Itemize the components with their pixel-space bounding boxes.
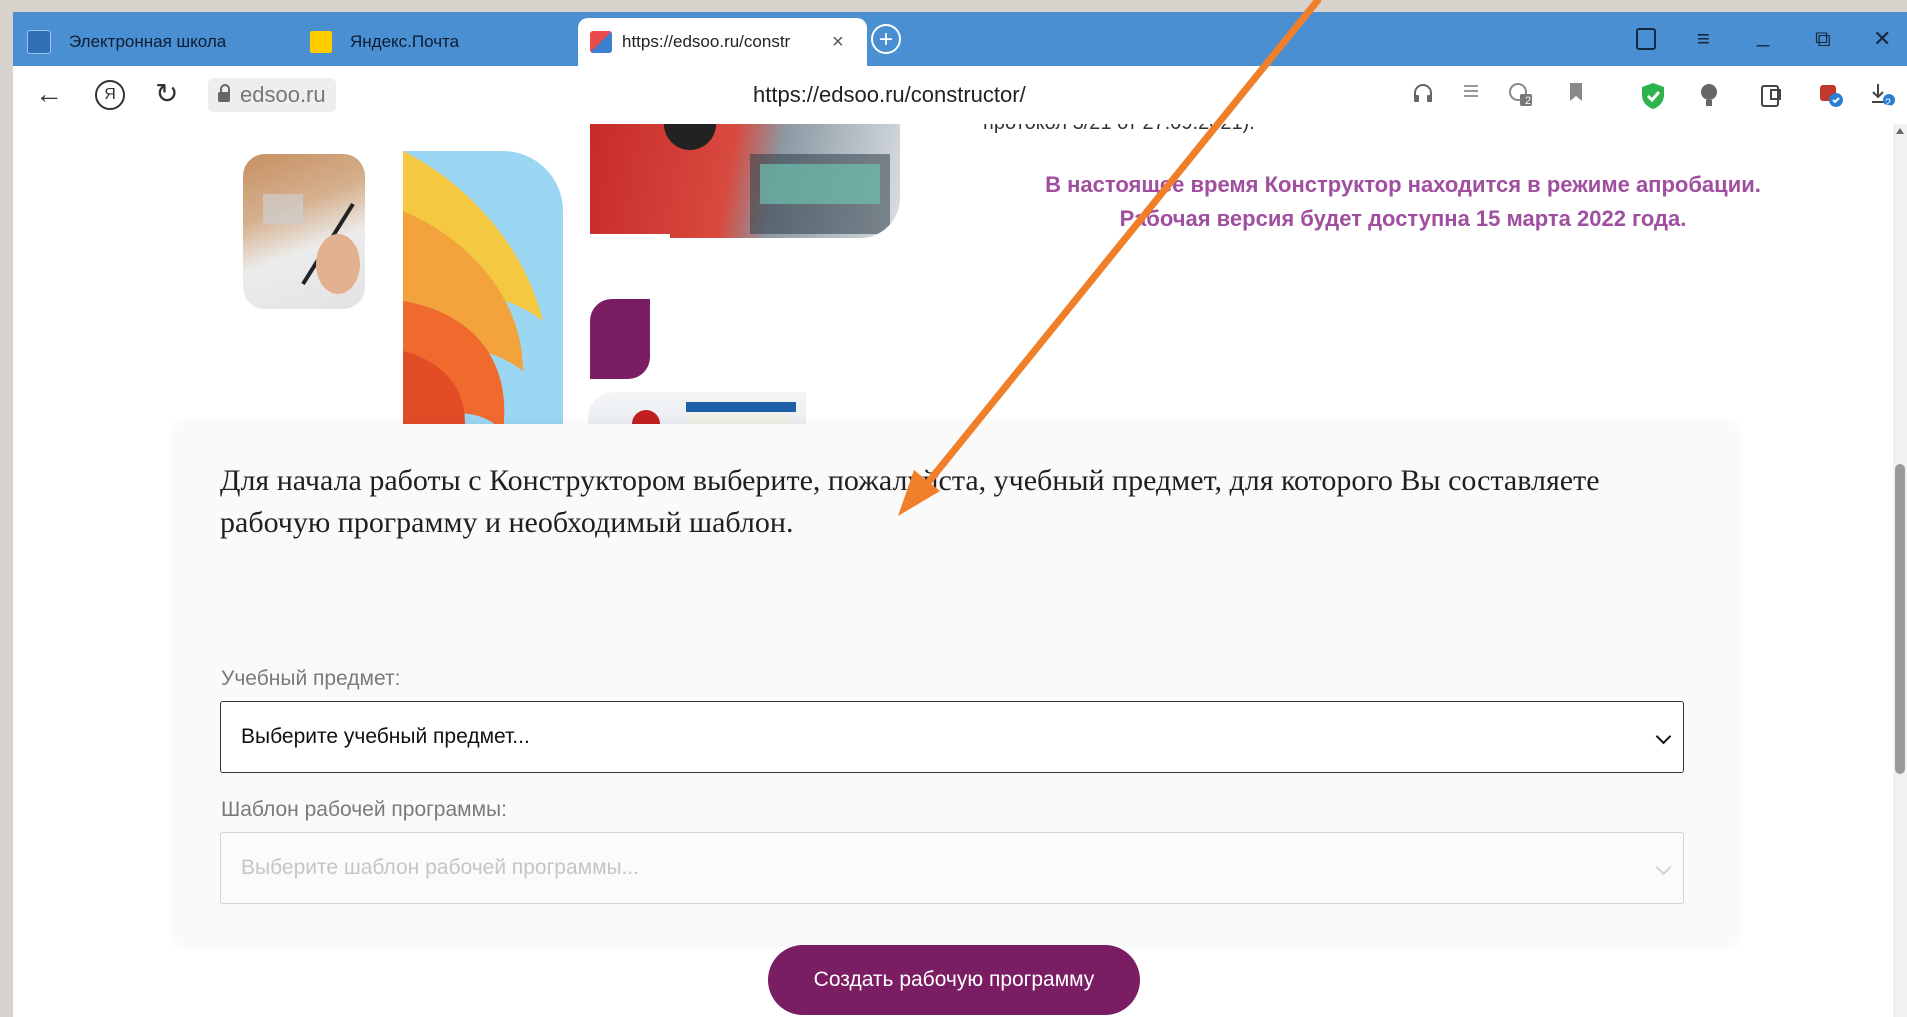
subject-select-value: Выберите учебный предмет... xyxy=(241,725,530,748)
purple-accent-shape xyxy=(590,299,650,379)
site-info-chip[interactable]: edsoo.ru xyxy=(208,78,336,112)
scroll-up-arrow-icon[interactable] xyxy=(1896,128,1904,134)
template-select-value: Выберите шаблон рабочей программы... xyxy=(241,856,640,879)
tab-label: Яндекс.Почта xyxy=(350,32,460,51)
translate-badge: 2 xyxy=(1525,95,1532,107)
back-button[interactable]: ← xyxy=(35,78,63,110)
tab-yandex-mail[interactable]: Яндекс.Почта xyxy=(310,18,459,66)
subject-label: Учебный предмет: xyxy=(221,667,401,690)
minimize-button[interactable]: _ xyxy=(1757,22,1769,48)
lightbulb-icon[interactable] xyxy=(1696,82,1722,108)
chevron-down-icon xyxy=(1655,859,1672,876)
tab-edsoo[interactable]: https://edsoo.ru/constr × xyxy=(578,18,867,66)
notice-line-1: В настоящее время Конструктор находится … xyxy=(1045,172,1761,197)
menu-button[interactable]: ≡ xyxy=(1697,26,1710,52)
template-select[interactable]: Выберите шаблон рабочей программы... xyxy=(220,832,1684,904)
reload-button[interactable]: ↻ xyxy=(155,78,178,110)
collage-spacer xyxy=(590,234,670,274)
downloads-icon[interactable]: 2 xyxy=(1870,82,1896,109)
subject-select[interactable]: Выберите учебный предмет... xyxy=(220,701,1684,773)
browser-window: Электронная школа Яндекс.Почта https://e… xyxy=(13,12,1907,1017)
close-window-button[interactable]: ✕ xyxy=(1873,26,1891,52)
addon-badge-icon[interactable] xyxy=(1818,82,1844,108)
close-tab-icon[interactable]: × xyxy=(832,31,844,54)
tab-bar: Электронная школа Яндекс.Почта https://e… xyxy=(13,12,1907,66)
create-program-button[interactable]: Создать рабочую программу xyxy=(768,945,1140,1015)
scrollbar-thumb[interactable] xyxy=(1895,464,1905,774)
page-scrollbar[interactable] xyxy=(1893,124,1907,1017)
intro-text: Для начала работы с Конструктором выбери… xyxy=(220,464,1600,539)
school-favicon-icon xyxy=(27,30,51,54)
extension-icon[interactable] xyxy=(1758,82,1784,108)
protocol-line: протокол 3/21 от 27.09.2021). xyxy=(983,124,1255,135)
mail-favicon-icon xyxy=(310,31,332,53)
template-label: Шаблон рабочей программы: xyxy=(221,798,507,821)
restore-button[interactable]: ⧉ xyxy=(1815,26,1831,52)
new-tab-button[interactable]: + xyxy=(871,24,901,54)
approbation-notice: В настоящее время Конструктор находится … xyxy=(973,168,1833,236)
bookmarks-panel-icon[interactable] xyxy=(1636,28,1656,50)
chevron-down-icon xyxy=(1655,728,1672,745)
edsoo-favicon-icon xyxy=(590,31,612,53)
reader-mode-icon[interactable] xyxy=(1458,82,1484,108)
bookmark-icon[interactable] xyxy=(1563,82,1589,108)
headphones-icon[interactable] xyxy=(1410,82,1436,108)
translate-icon[interactable]: 2 xyxy=(1508,82,1534,108)
tab-electronic-school[interactable]: Электронная школа xyxy=(27,18,226,66)
protect-shield-icon[interactable] xyxy=(1640,82,1666,109)
yandex-icon[interactable]: Я xyxy=(95,80,125,110)
url-field[interactable]: https://edsoo.ru/constructor/ xyxy=(753,82,1026,108)
tab-label: Электронная школа xyxy=(69,32,227,51)
site-domain: edsoo.ru xyxy=(240,82,326,107)
downloads-badge: 2 xyxy=(1885,97,1892,109)
address-bar: ← Я ↻ edsoo.ru https://edsoo.ru/construc… xyxy=(13,66,1907,125)
lock-icon xyxy=(218,84,230,102)
notice-line-2: Рабочая версия будет доступна 15 марта 2… xyxy=(1119,206,1687,231)
student-laptop-photo xyxy=(590,124,900,238)
writing-hand-photo xyxy=(243,154,365,309)
tab-label: https://edsoo.ru/constr xyxy=(622,32,791,51)
